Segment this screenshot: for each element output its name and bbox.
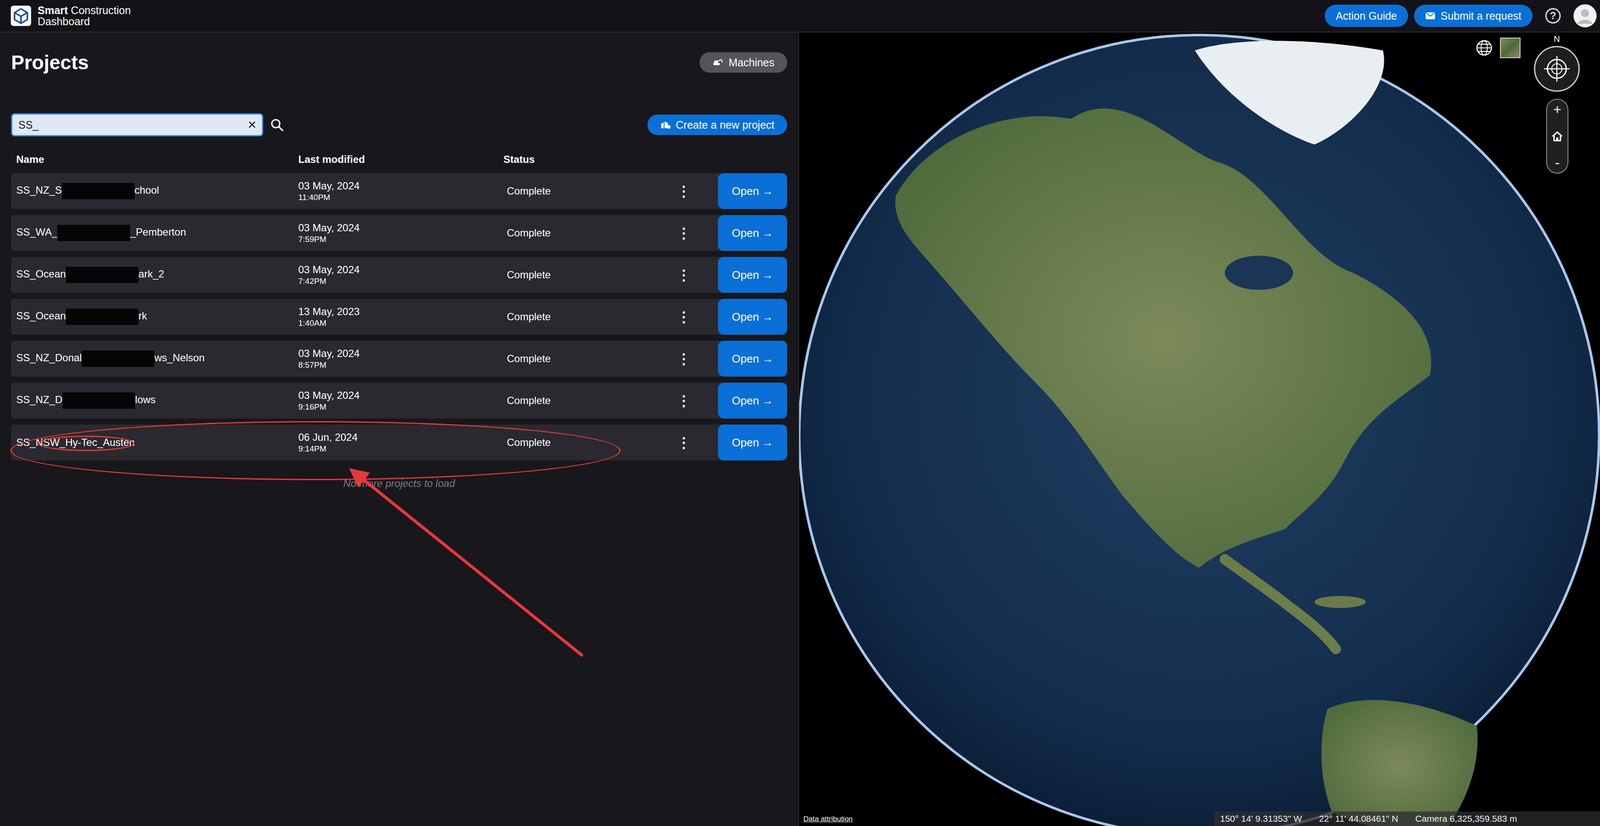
project-name: SS_NSW_Hy-Tec_Austen [16,436,299,449]
longitude: 150° 14' 9.31353" W [1220,813,1303,824]
project-icon [660,120,671,130]
app: Smart ConstructionDashboardAction GuideS… [0,0,1600,826]
project-list: SS_NZ_School03 May, 202411:40PMComplete⋮… [11,173,788,461]
compass-icon [1533,45,1581,93]
open-button[interactable]: Open → [717,340,788,377]
row-menu-button[interactable]: ⋮ [666,391,718,409]
top-actions: Action GuideSubmit a request? [1324,4,1597,28]
last-modified: 03 May, 20249:16PM [298,388,504,412]
row-menu-button[interactable]: ⋮ [666,433,718,451]
annotation-arrow-icon [11,424,610,664]
column-header[interactable]: Status [503,153,667,166]
redaction-box [65,308,139,325]
project-row[interactable]: SS_NZ_Dlows03 May, 20249:16PMComplete⋮Op… [11,382,788,419]
last-modified: 03 May, 202411:40PM [298,179,504,203]
name-highlight-ellipse [37,435,135,451]
open-button[interactable]: Open → [717,173,788,209]
status: Complete [503,436,667,449]
compass-north: N [1533,34,1581,45]
avatar[interactable] [1573,4,1597,28]
status: Complete [503,268,667,281]
column-header[interactable]: Name [16,153,299,166]
column-header[interactable]: Last modified [298,153,504,166]
list-footer: No more projects to load [11,477,788,490]
brand-name: Smart ConstructionDashboard [37,4,131,28]
imagery-thumbnail[interactable] [1500,37,1521,59]
project-row[interactable]: SS_NZ_Donalws_Nelson03 May, 20248:57PMCo… [11,340,788,377]
create-project-button[interactable]: Create a new project [647,114,788,136]
logo-icon [10,5,32,27]
excavator-icon [712,58,724,67]
globe[interactable] [799,33,1600,826]
clear-button[interactable]: ✕ [245,118,259,132]
last-modified: 03 May, 20248:57PM [298,347,504,371]
layer-buttons [1475,37,1521,59]
search-icon[interactable] [270,117,284,132]
latitude: 22° 11' 44.08461" N [1319,813,1399,824]
project-name: SS_WA__Pemberton [16,224,299,242]
main: Projects Machines ✕ Create a new project Nam… [0,32,1600,826]
data-attribution-link[interactable]: Data attribution [803,814,853,824]
search-field: ✕ [11,113,264,137]
redaction-box [62,392,136,409]
brand[interactable]: Smart ConstructionDashboard [10,4,131,28]
title-row: Projects Machines [11,49,788,76]
redaction-box [57,224,130,242]
row-menu-button[interactable]: ⋮ [666,308,718,326]
envelope-icon [1425,11,1436,20]
redaction-box [61,182,135,200]
row-menu-button[interactable]: ⋮ [666,350,718,368]
redaction-box [65,266,139,283]
top-bar: Smart ConstructionDashboard Action GuideS… [0,0,1600,33]
user-icon [1573,4,1597,28]
status: Complete [503,226,667,239]
open-button[interactable]: Open → [717,298,788,335]
last-modified: 06 Jun, 20249:14PM [298,430,504,454]
open-button[interactable]: Open → [717,214,788,251]
last-modified: 13 May, 20231:40AM [298,305,504,329]
header-button[interactable]: Action Guide [1324,4,1409,27]
header-button[interactable]: Submit a request [1414,4,1533,27]
search-input[interactable] [17,118,246,132]
redaction-box [81,350,155,367]
status: Complete [503,394,667,407]
coordinates-bar: 150° 14' 9.31353" W 22° 11' 44.08461" N Ca… [1214,811,1600,826]
open-button[interactable]: Open → [717,256,788,293]
project-name: SS_Oceanark_2 [16,266,299,283]
project-row[interactable]: SS_Oceanrk13 May, 20231:40AMComplete⋮Ope… [11,298,788,335]
help-button[interactable]: ? [1545,8,1561,24]
last-modified: 03 May, 20247:42PM [298,263,504,287]
project-name: SS_Oceanrk [16,308,299,325]
table-header: NameLast modifiedStatus [11,151,788,168]
project-row[interactable]: SS_WA__Pemberton03 May, 20247:59PMComple… [11,214,788,251]
row-menu-button[interactable]: ⋮ [666,182,718,200]
home-icon[interactable] [1550,129,1564,143]
zoom-in-button[interactable]: + [1553,102,1562,118]
project-name: SS_NZ_School [16,182,299,200]
last-modified: 03 May, 20247:59PM [298,221,504,245]
status: Complete [503,352,667,365]
row-menu-button[interactable]: ⋮ [666,266,718,284]
toolbar: ✕ Create a new project [11,113,788,137]
open-button[interactable]: Open → [717,382,788,419]
highlight-ellipse [10,420,621,480]
projects-panel: Projects Machines ✕ Create a new project Nam… [0,32,800,826]
zoom-out-button[interactable]: - [1555,155,1560,171]
status: Complete [503,185,667,198]
machines-button[interactable]: Machines [699,52,788,73]
status: Complete [503,310,667,323]
open-button[interactable]: Open → [717,424,788,461]
project-row[interactable]: SS_NZ_School03 May, 202411:40PMComplete⋮… [11,173,788,209]
globe-icon[interactable] [1475,38,1494,57]
project-row[interactable]: SS_Oceanark_203 May, 20247:42PMComplete⋮… [11,256,788,293]
project-name: SS_NZ_Donalws_Nelson [16,350,299,367]
camera-height: Camera 6,325,359.583 m [1415,813,1518,824]
map-view[interactable]: N+-Data attribution150° 14' 9.31353" W22… [799,32,1600,826]
zoom-control: +- [1546,98,1569,174]
compass[interactable]: N [1533,36,1581,93]
row-menu-button[interactable]: ⋮ [666,224,718,242]
project-row[interactable]: SS_NSW_Hy-Tec_Austen06 Jun, 20249:14PMCo… [11,424,788,461]
page-title: Projects [11,50,89,74]
project-name: SS_NZ_Dlows [16,392,299,409]
